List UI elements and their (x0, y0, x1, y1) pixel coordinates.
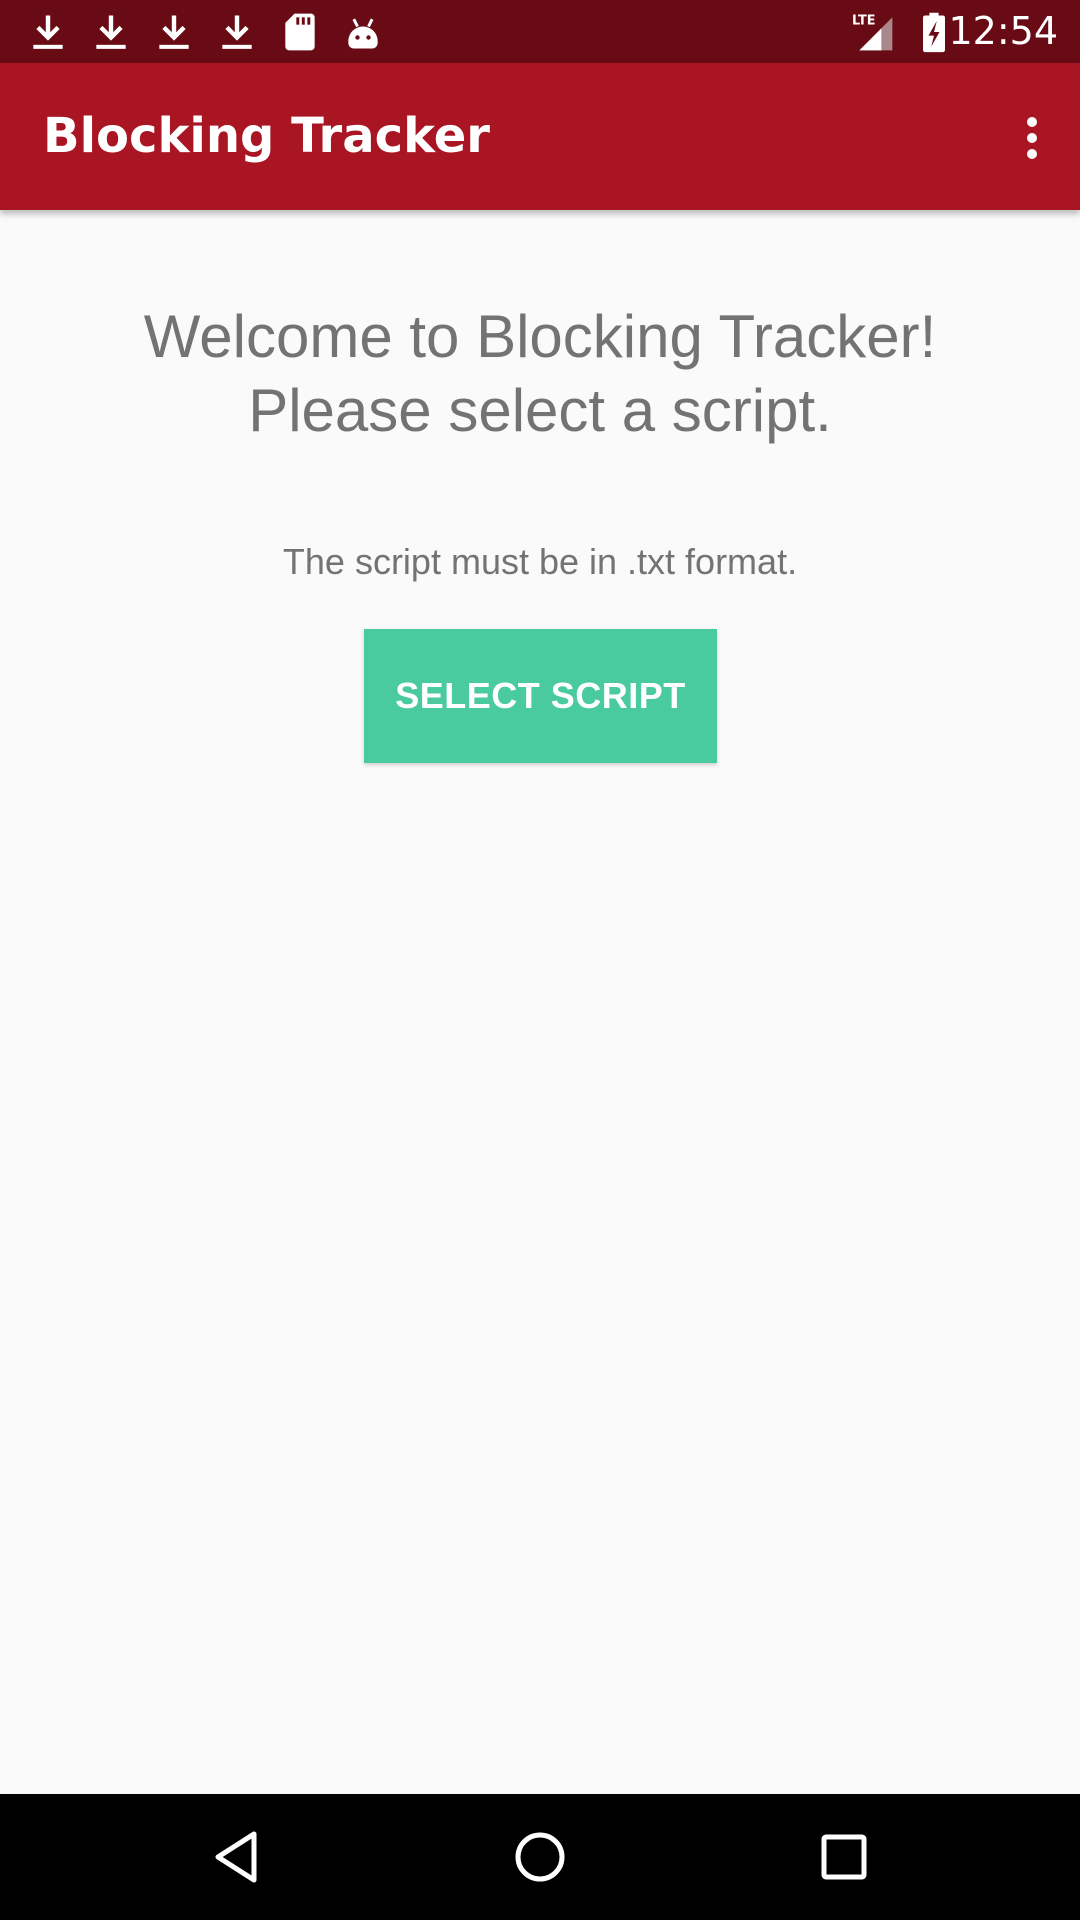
more-vertical-icon (1027, 117, 1037, 159)
welcome-line-1: Welcome to Blocking Tracker! (143, 303, 937, 370)
home-button[interactable] (500, 1817, 580, 1897)
lte-signal-icon: LTE (852, 10, 896, 54)
recents-square-icon (821, 1834, 867, 1880)
back-triangle-icon (215, 1831, 257, 1883)
download-icon (26, 10, 70, 54)
format-hint: The script must be in .txt format. (282, 541, 798, 582)
more-options-button[interactable] (992, 98, 1072, 178)
main-content: Welcome to Blocking Tracker! Please sele… (0, 210, 1080, 1794)
app-title: Blocking Tracker (43, 108, 490, 164)
status-time: 12:54 (948, 9, 1058, 53)
download-icon (215, 10, 259, 54)
welcome-message: Welcome to Blocking Tracker! Please sele… (0, 300, 1080, 448)
svg-text:LTE: LTE (852, 14, 876, 29)
status-bar: LTE 12:54 (0, 0, 1080, 63)
android-icon (341, 10, 385, 54)
back-button[interactable] (196, 1817, 276, 1897)
select-script-button[interactable]: SELECT SCRIPT (364, 629, 717, 763)
navigation-bar (0, 1794, 1080, 1920)
sd-card-icon (278, 10, 322, 54)
download-icon (89, 10, 133, 54)
home-circle-icon (515, 1832, 565, 1882)
app-bar: Blocking Tracker (0, 63, 1080, 210)
welcome-line-2: Please select a script. (248, 377, 832, 444)
download-icon (152, 10, 196, 54)
recents-button[interactable] (804, 1817, 884, 1897)
